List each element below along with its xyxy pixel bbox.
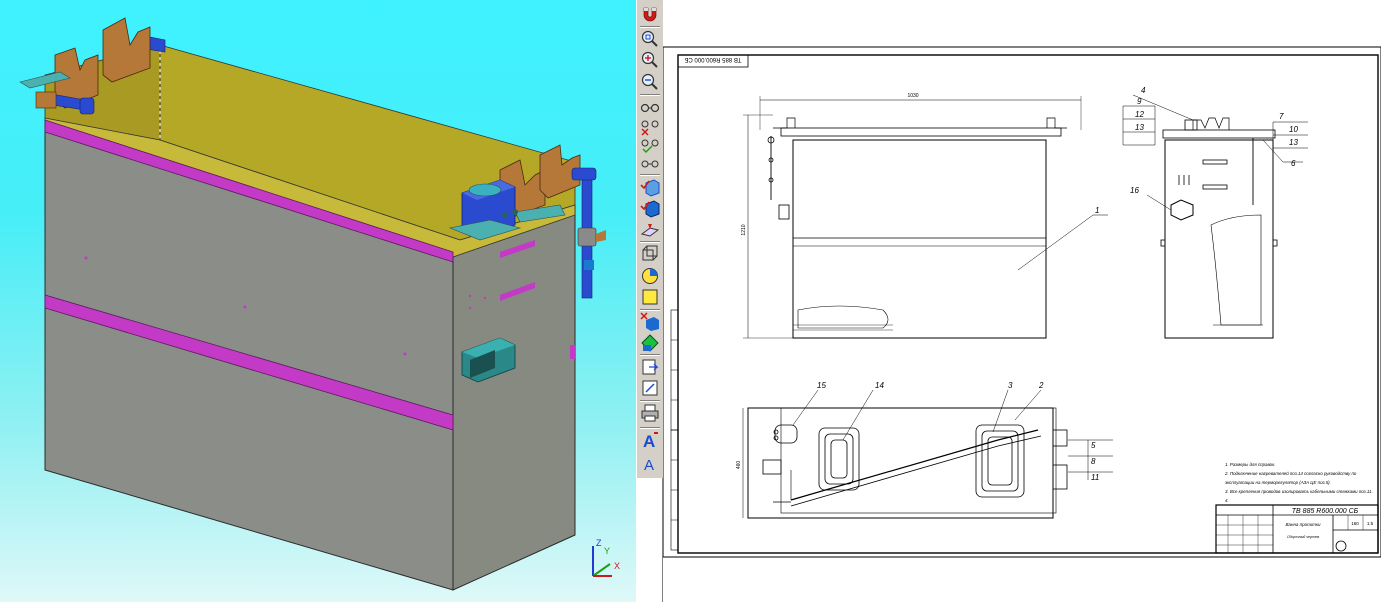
axis-z-label: Z — [596, 538, 602, 548]
note-1: 1. Размеры для справок. — [1225, 462, 1275, 467]
side-callout-9: 9 — [1137, 97, 1142, 106]
edit-box-icon[interactable] — [640, 378, 660, 398]
zoom-out-icon[interactable] — [640, 72, 660, 92]
zoom-window-icon[interactable] — [640, 29, 660, 49]
plane-icon[interactable] — [640, 220, 660, 240]
note-5: 4. — [1225, 498, 1229, 503]
model-3d-viewport[interactable]: Z Y X — [0, 0, 636, 602]
side-callout-16: 16 — [1130, 186, 1139, 195]
sheet-code-rotated: ТВ 885 R600.000 СБ — [684, 56, 741, 62]
axis-triad: Z Y X — [592, 538, 620, 577]
top-callout-3: 3 — [1008, 381, 1013, 390]
top-callout-2: 2 — [1038, 381, 1044, 390]
square-yellow-icon[interactable] — [640, 287, 660, 307]
axis-x-label: X — [614, 561, 620, 571]
top-callout-5: 5 — [1091, 441, 1096, 450]
side-callout-12: 12 — [1135, 110, 1144, 119]
note-3: эксплуатации на терморегулятор (АЗА ЦЕ п… — [1225, 480, 1331, 485]
title-block-name: Ванна пропитки — [1285, 522, 1321, 527]
title-block-mass: 160 — [1351, 521, 1359, 526]
sphere-section-icon[interactable] — [640, 266, 660, 286]
check-cube-blue-icon[interactable] — [640, 198, 660, 218]
front-width-dim: 1030 — [907, 93, 918, 99]
toolbar-empty-area — [636, 478, 663, 602]
glasses-show-icon[interactable] — [640, 154, 660, 174]
front-height-dim: 1210 — [741, 224, 747, 235]
axis-y-label: Y — [604, 546, 610, 556]
top-callout-15: 15 — [817, 381, 826, 390]
svg-text:A: A — [643, 432, 655, 450]
text-a-blue-icon[interactable]: A — [640, 453, 660, 474]
magnet-icon[interactable] — [640, 4, 660, 24]
arrow-box-icon[interactable] — [640, 357, 660, 377]
top-callout-8: 8 — [1091, 457, 1096, 466]
drawing-2d-viewport[interactable]: ТВ 885 R600.000 СБ 1030 1210 1 4 9 12 13… — [662, 0, 1381, 602]
svg-text:A: A — [644, 457, 654, 473]
side-callout-13-left: 13 — [1135, 123, 1144, 132]
side-callout-10: 10 — [1289, 125, 1298, 134]
tank-side-face — [452, 204, 576, 591]
side-callout-13-right: 13 — [1289, 138, 1298, 147]
glasses-check-icon[interactable] — [640, 135, 660, 155]
assembly-drawing[interactable]: ТВ 885 R600.000 СБ 1030 1210 1 4 9 12 13… — [662, 0, 1381, 602]
text-a-red-icon[interactable]: A — [640, 430, 660, 451]
side-callout-6: 6 — [1291, 159, 1296, 168]
title-block-subtitle: Сборочный чертеж — [1287, 535, 1320, 539]
note-4: 3. Все крепления проводов изолировать ка… — [1225, 489, 1373, 494]
side-callout-4: 4 — [1141, 86, 1146, 95]
printer-icon[interactable] — [640, 403, 660, 423]
cross-cube-icon[interactable] — [640, 312, 660, 332]
top-callout-14: 14 — [875, 381, 884, 390]
view-toolbar: A A — [636, 0, 664, 478]
side-callout-7: 7 — [1279, 112, 1284, 121]
cube-wireframe-icon[interactable] — [640, 244, 660, 264]
green-diamond-icon[interactable] — [640, 333, 660, 353]
check-cube-icon[interactable] — [640, 177, 660, 197]
tank-3d-model[interactable] — [0, 0, 636, 602]
top-callout-11: 11 — [1091, 473, 1099, 482]
glasses-icon[interactable] — [640, 97, 660, 117]
title-block-code: ТВ 885 R600.000 СБ — [1292, 508, 1359, 515]
glasses-cross-icon[interactable] — [640, 116, 660, 136]
front-callout-1: 1 — [1095, 206, 1099, 215]
top-height-dim: 460 — [736, 461, 742, 470]
title-block-scale: 1:5 — [1367, 521, 1374, 526]
note-2: 2. Подключение нагревателей поз.14 согла… — [1224, 471, 1357, 476]
zoom-in-icon[interactable] — [640, 50, 660, 70]
